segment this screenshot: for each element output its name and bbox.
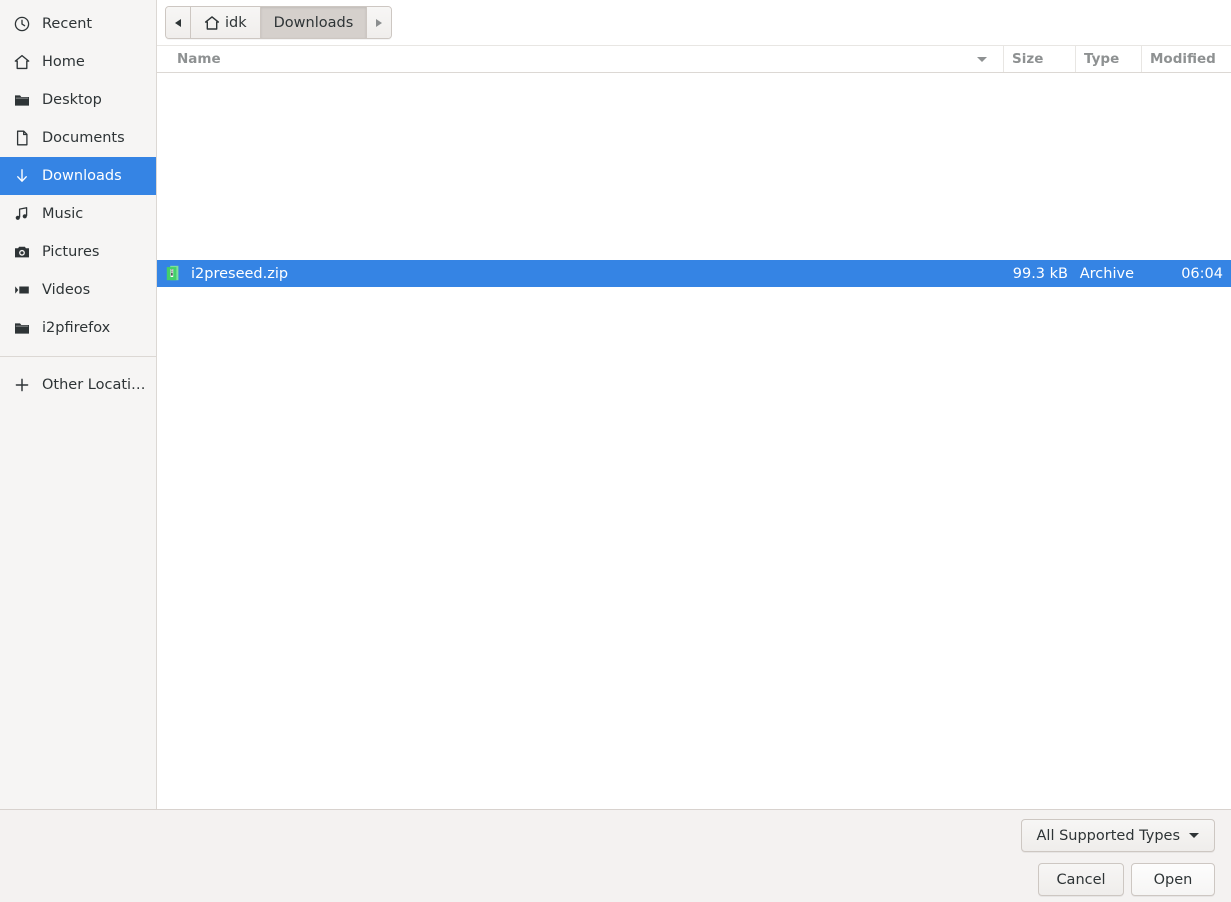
file-chooser-dialog: Recent Home Desktop Documents Downloads … <box>0 0 1231 902</box>
sidebar-item-label: Desktop <box>42 92 102 108</box>
column-header-label: Name <box>177 51 221 67</box>
chevron-down-icon <box>1189 833 1199 838</box>
camera-icon <box>14 244 30 260</box>
sidebar-item-downloads[interactable]: Downloads <box>0 157 156 195</box>
breadcrumb-label: Downloads <box>273 14 354 31</box>
home-icon <box>204 15 220 31</box>
sidebar-item-other-locations[interactable]: Other Locations <box>0 366 156 404</box>
column-header-type[interactable]: Type <box>1076 46 1142 72</box>
sort-descending-icon <box>977 56 987 62</box>
sidebar-item-label: Videos <box>42 282 91 298</box>
sidebar-item-videos[interactable]: Videos <box>0 271 156 309</box>
sidebar-item-label: i2pfirefox <box>42 320 111 336</box>
column-header-size[interactable]: Size <box>1004 46 1076 72</box>
home-icon <box>14 54 30 70</box>
sidebar-item-label: Music <box>42 206 84 222</box>
music-icon <box>14 206 30 222</box>
archive-icon <box>165 265 181 282</box>
sidebar-item-label: Home <box>42 54 85 70</box>
plus-icon <box>14 377 30 393</box>
sidebar-item-label: Other Locations <box>42 377 146 393</box>
cancel-button[interactable]: Cancel <box>1038 863 1124 896</box>
sidebar-item-pictures[interactable]: Pictures <box>0 233 156 271</box>
chevron-right-icon <box>376 18 383 27</box>
file-size-cell: 99.3 kB <box>1012 265 1068 282</box>
breadcrumb-label: idk <box>225 14 247 31</box>
sidebar-separator <box>0 356 156 357</box>
sidebar-item-label: Pictures <box>42 244 100 260</box>
dialog-body: Recent Home Desktop Documents Downloads … <box>0 0 1231 809</box>
filter-row: All Supported Types <box>1020 819 1215 852</box>
dialog-buttons: Cancel Open <box>1038 863 1215 896</box>
places-sidebar: Recent Home Desktop Documents Downloads … <box>0 0 157 809</box>
main-pane: idk Downloads Name Size Type Modified i2… <box>157 0 1231 809</box>
file-list[interactable]: i2preseed.zip 99.3 kB Archive 06:04 <box>157 73 1231 809</box>
clock-icon <box>14 16 30 32</box>
open-button[interactable]: Open <box>1131 863 1215 896</box>
file-name-cell: i2preseed.zip <box>157 265 1004 282</box>
download-icon <box>14 168 30 184</box>
action-bar: All Supported Types Cancel Open <box>0 809 1231 902</box>
chevron-left-icon <box>175 18 181 27</box>
sidebar-item-documents[interactable]: Documents <box>0 119 156 157</box>
breadcrumb-item-downloads[interactable]: Downloads <box>260 7 368 38</box>
sidebar-item-desktop[interactable]: Desktop <box>0 81 156 119</box>
pathbar-forward-button[interactable] <box>367 7 392 38</box>
sidebar-item-label: Downloads <box>42 168 122 184</box>
column-header-name[interactable]: Name <box>157 46 1004 72</box>
column-header-label: Modified <box>1150 51 1216 67</box>
pathbar-row: idk Downloads <box>157 0 1231 45</box>
file-modified-cell: 06:04 <box>1181 265 1223 282</box>
breadcrumb: idk Downloads <box>165 6 393 39</box>
table-row[interactable]: i2preseed.zip 99.3 kB Archive 06:04 <box>157 260 1231 287</box>
sidebar-item-recent[interactable]: Recent <box>0 5 156 43</box>
column-header-modified[interactable]: Modified <box>1142 46 1231 72</box>
pathbar-back-button[interactable] <box>166 7 191 38</box>
file-name-label: i2preseed.zip <box>191 265 289 282</box>
places-list: Recent Home Desktop Documents Downloads … <box>0 5 156 347</box>
document-icon <box>14 130 30 146</box>
sidebar-item-label: Recent <box>42 16 93 32</box>
column-header-label: Size <box>1012 51 1044 67</box>
folder-icon <box>14 320 30 336</box>
breadcrumb-item-idk[interactable]: idk <box>191 7 261 38</box>
video-icon <box>14 282 30 298</box>
filter-label: All Supported Types <box>1036 827 1181 844</box>
file-type-filter-dropdown[interactable]: All Supported Types <box>1020 819 1215 852</box>
folder-icon <box>14 92 30 108</box>
sidebar-item-label: Documents <box>42 130 125 146</box>
other-locations-list: Other Locations <box>0 366 156 404</box>
sidebar-item-home[interactable]: Home <box>0 43 156 81</box>
column-header-label: Type <box>1084 51 1120 67</box>
file-list-header: Name Size Type Modified <box>157 45 1231 73</box>
sidebar-item-music[interactable]: Music <box>0 195 156 233</box>
sidebar-item-i2pfirefox[interactable]: i2pfirefox <box>0 309 156 347</box>
file-list-empty-space <box>157 73 1231 260</box>
file-type-cell: Archive <box>1079 265 1134 282</box>
